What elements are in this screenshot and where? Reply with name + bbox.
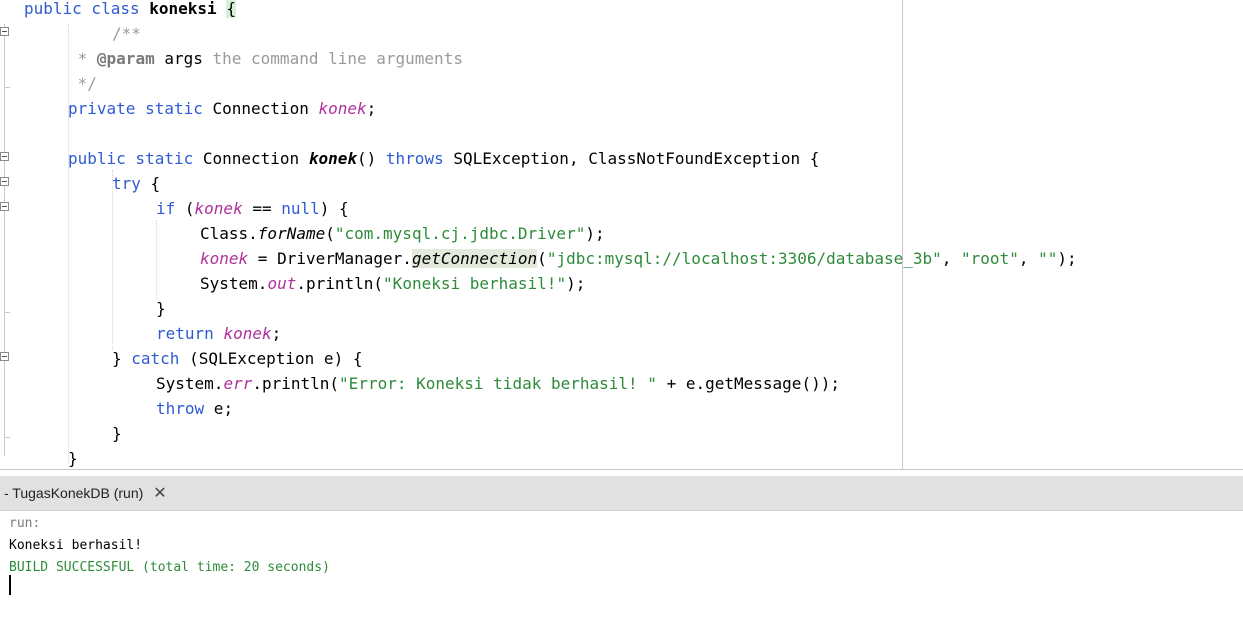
fold-gutter-line [4,24,5,456]
code-line-close-if: } [156,299,166,318]
fold-end-marker [4,437,10,438]
output-line-build-status: BUILD SUCCESSFUL (total time: 20 seconds… [9,560,330,575]
code-line-println-error: System.err.println("Error: Koneksi tidak… [156,374,840,393]
code-line-throw: throw e; [156,399,234,418]
output-line-run: run: [9,516,41,531]
output-panel: - TugasKonekDB (run) ✕ run: Koneksi berh… [0,469,1243,622]
indent-guide [156,220,157,300]
code-editor[interactable]: public class koneksi { /** * @param args… [0,0,1243,469]
output-tab-strip: - TugasKonekDB (run) ✕ [0,476,1243,511]
fold-toggle-icon[interactable] [0,27,9,36]
code-line-println-success: System.out.println("Koneksi berhasil!"); [200,274,586,293]
code-line-javadoc-open: /** [112,24,141,43]
indent-guide [112,170,113,350]
code-line-try: try { [112,174,161,193]
fold-toggle-icon[interactable] [0,152,9,161]
code-line-javadoc-close: */ [68,74,97,93]
code-line-field-declaration: private static Connection konek; [68,99,377,118]
right-margin-line [902,0,903,469]
fold-end-marker [4,312,10,313]
close-icon[interactable]: ✕ [153,483,166,503]
output-line-connection-message: Koneksi berhasil! [9,538,143,553]
code-line-close-method: } [68,449,78,468]
output-tab[interactable]: - TugasKonekDB (run) ✕ [0,476,177,510]
code-line-class-forname: Class.forName("com.mysql.cj.jdbc.Driver"… [200,224,605,243]
output-tab-label: - TugasKonekDB (run) [4,485,144,501]
fold-toggle-icon[interactable] [0,177,9,186]
code-line-catch: } catch (SQLException e) { [112,349,363,368]
fold-toggle-icon[interactable] [0,202,9,211]
output-text-caret [9,575,11,595]
code-line-close-catch: } [112,424,122,443]
code-line-class-declaration: public class koneksi { [24,0,236,18]
code-line-method-declaration: public static Connection konek() throws … [68,149,820,168]
code-line-if: if (konek == null) { [156,199,349,218]
code-line-return: return konek; [156,324,282,343]
fold-end-marker [4,87,10,88]
code-line-javadoc-param: * @param args the command line arguments [68,49,463,68]
fold-toggle-icon[interactable] [0,352,9,361]
code-line-get-connection: konek = DriverManager.getConnection("jdb… [200,249,1077,268]
